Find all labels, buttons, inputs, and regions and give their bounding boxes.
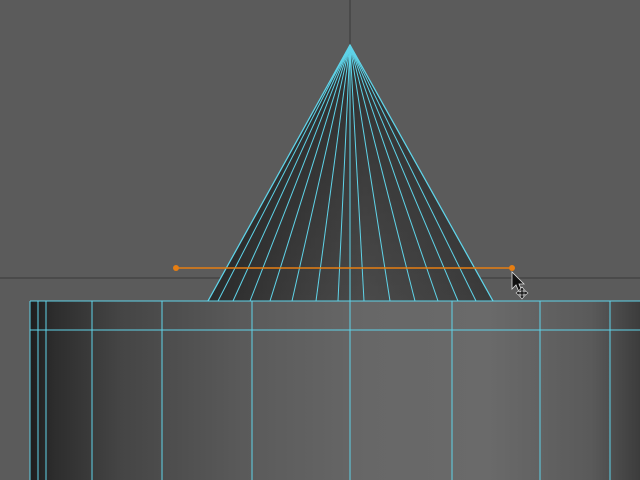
cone-object[interactable]	[207, 43, 494, 302]
manipulator-start-handle[interactable]	[173, 265, 179, 271]
3d-viewport[interactable]	[0, 0, 640, 480]
cylinder-shaded-body	[30, 301, 640, 480]
viewport-canvas[interactable]	[0, 0, 640, 480]
manipulator-end-handle[interactable]	[509, 265, 515, 271]
cylinder-object[interactable]	[29, 300, 640, 480]
move-cursor-icon	[511, 271, 529, 300]
